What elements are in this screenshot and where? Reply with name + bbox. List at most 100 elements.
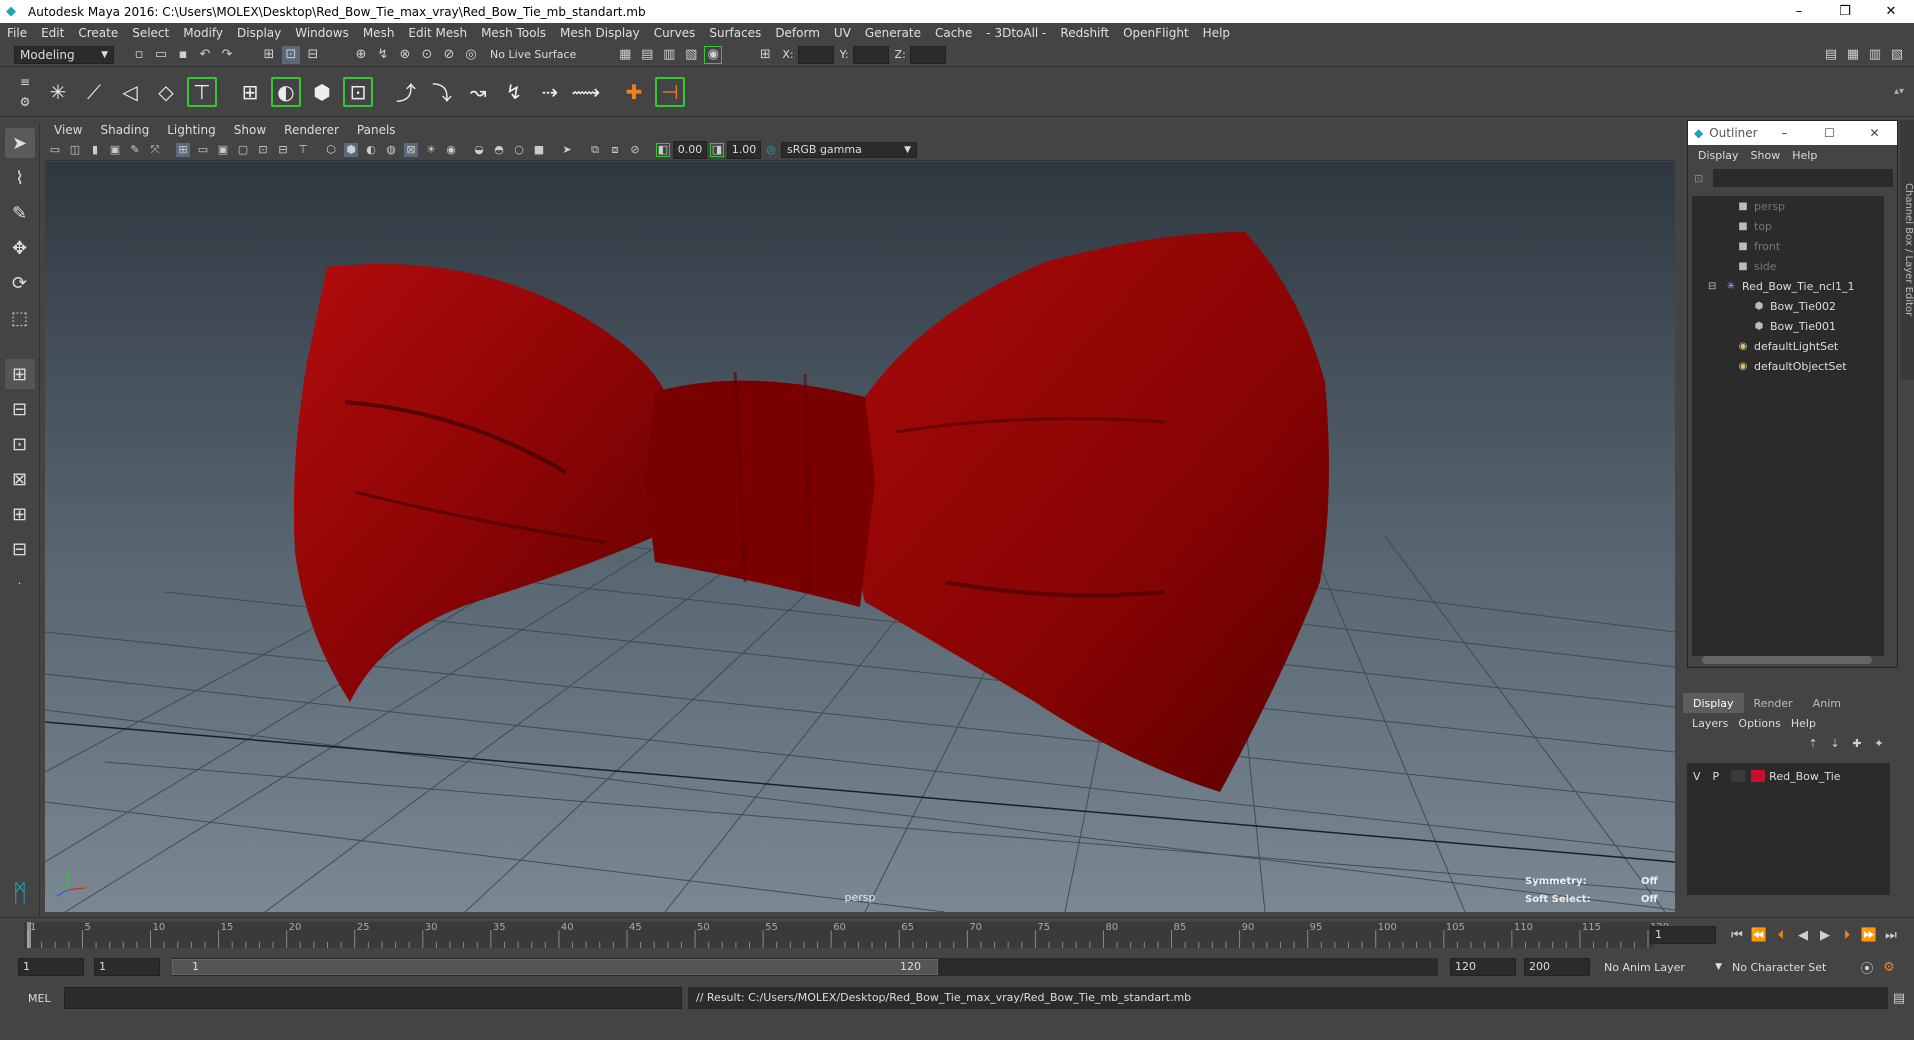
persp-graph-icon[interactable]: ⊠ bbox=[5, 464, 35, 494]
animation-end-field[interactable]: 200 bbox=[1524, 958, 1590, 976]
safe-title-icon[interactable]: ⊤ bbox=[296, 143, 310, 157]
command-input[interactable] bbox=[64, 987, 682, 1009]
move-layer-down-icon[interactable]: ⇣ bbox=[1826, 734, 1844, 752]
wireframe-icon[interactable]: ⬡ bbox=[324, 143, 338, 157]
menu-modify[interactable]: Modify bbox=[176, 26, 230, 40]
menu-edit-mesh[interactable]: Edit Mesh bbox=[401, 26, 474, 40]
hypershade-icon[interactable]: ◉ bbox=[704, 45, 723, 64]
menu-help[interactable]: Help bbox=[1196, 26, 1237, 40]
outliner-persp-icon[interactable]: ⊟ bbox=[5, 534, 35, 564]
viewport-3d[interactable]: persp Symmetry: Off Soft Select: Off bbox=[45, 162, 1675, 912]
auto-key-icon[interactable]: ⦿ bbox=[1858, 958, 1876, 977]
safe-action-icon[interactable]: ⊟ bbox=[276, 143, 290, 157]
panel-menu-renderer[interactable]: Renderer bbox=[275, 123, 348, 137]
resolution-gate-icon[interactable]: ▣ bbox=[216, 143, 230, 157]
go-to-end-icon[interactable]: ⏭ bbox=[1882, 926, 1900, 944]
layer-visibility-toggle[interactable]: V bbox=[1693, 770, 1701, 783]
layer-type-box[interactable] bbox=[1731, 770, 1746, 782]
new-layer-selected-icon[interactable]: ✦ bbox=[1870, 734, 1888, 752]
outliner-item-red-bow-tie[interactable]: ⊟ ✳ Red_Bow_Tie_ncl1_1 bbox=[1692, 276, 1884, 296]
outliner-item-bow-tie001[interactable]: ⬢ Bow_Tie001 bbox=[1692, 316, 1884, 336]
gamma-field[interactable]: 1.00 bbox=[727, 140, 761, 159]
menu-create[interactable]: Create bbox=[71, 26, 125, 40]
tool-settings-icon[interactable]: ▥ bbox=[1866, 46, 1884, 64]
skin-icon[interactable]: ◇ bbox=[151, 77, 181, 107]
menu-edit[interactable]: Edit bbox=[34, 26, 71, 40]
save-scene-icon[interactable]: ▪ bbox=[174, 46, 192, 64]
panel-menu-lighting[interactable]: Lighting bbox=[158, 123, 225, 137]
exposure-field[interactable]: 0.00 bbox=[673, 140, 707, 159]
layer-row[interactable]: V P Red_Bow_Tie bbox=[1687, 767, 1890, 785]
depth-of-field-icon[interactable]: ○ bbox=[512, 143, 526, 157]
menu-windows[interactable]: Windows bbox=[288, 26, 356, 40]
lasso-tool-icon[interactable]: ⌇ bbox=[5, 163, 35, 193]
layer-color-swatch[interactable] bbox=[1751, 770, 1766, 782]
outliner-maximize-button[interactable]: ☐ bbox=[1807, 126, 1852, 140]
layer-playback-toggle[interactable]: P bbox=[1713, 770, 1720, 783]
smooth-shade-icon[interactable]: ⬢ bbox=[344, 142, 358, 157]
menu-select[interactable]: Select bbox=[125, 26, 176, 40]
isolate-select-icon[interactable]: ■ bbox=[532, 143, 546, 157]
open-scene-icon[interactable]: ▭ bbox=[152, 46, 170, 64]
ipr-render-icon[interactable]: ▥ bbox=[660, 46, 678, 64]
outliner-filter-icon[interactable]: ⊡ bbox=[1694, 172, 1703, 185]
layer-menu-layers[interactable]: Layers bbox=[1687, 717, 1733, 730]
grease-pencil-icon[interactable]: ✎ bbox=[128, 143, 142, 157]
step-forward-key-icon[interactable]: ⏩ bbox=[1860, 926, 1878, 944]
character-set-dropdown[interactable]: No Character Set bbox=[1732, 961, 1850, 974]
new-layer-icon[interactable]: ✚ bbox=[1848, 734, 1866, 752]
tab-render[interactable]: Render bbox=[1744, 693, 1803, 713]
bookmark-icon[interactable]: ▮ bbox=[88, 143, 102, 157]
camera-attributes-icon[interactable]: ◫ bbox=[68, 143, 82, 157]
current-frame-field[interactable]: 1 bbox=[1650, 926, 1716, 944]
snap-surface-icon[interactable]: ⊘ bbox=[440, 46, 458, 64]
use-all-lights-icon[interactable]: ⊠ bbox=[404, 142, 418, 157]
step-forward-frame-icon[interactable]: ⏵ bbox=[1838, 926, 1856, 944]
four-view-icon[interactable]: ⊟ bbox=[5, 394, 35, 424]
grid-icon[interactable]: ⊞ bbox=[176, 142, 190, 157]
ambient-occlusion-icon[interactable]: ◉ bbox=[444, 143, 458, 157]
playback-end-field[interactable]: 120 bbox=[1450, 958, 1516, 976]
panel-menu-view[interactable]: View bbox=[45, 123, 91, 137]
side-by-side-icon[interactable]: ⊡ bbox=[5, 429, 35, 459]
nonlinear-icon[interactable]: ⊡ bbox=[343, 76, 373, 107]
menu-generate[interactable]: Generate bbox=[858, 26, 928, 40]
animation-start-field[interactable]: 1 bbox=[18, 958, 84, 976]
motion-blur-icon[interactable]: ◒ bbox=[472, 143, 486, 157]
cluster-icon[interactable]: ⊞ bbox=[235, 77, 265, 107]
playback-start-field[interactable]: 1 bbox=[94, 958, 160, 976]
menu-redshift[interactable]: Redshift bbox=[1053, 26, 1116, 40]
anim-layer-dropdown[interactable]: No Anim Layer ▼ bbox=[1604, 961, 1722, 974]
menu-surfaces[interactable]: Surfaces bbox=[702, 26, 768, 40]
channel-box-tab[interactable]: Channel Box / Layer Editor bbox=[1900, 120, 1914, 380]
collapse-icon[interactable]: ⊟ bbox=[1708, 281, 1724, 292]
script-editor-icon[interactable]: ▤ bbox=[1890, 989, 1908, 1007]
layer-menu-options[interactable]: Options bbox=[1733, 717, 1785, 730]
outliner-scrollbar[interactable] bbox=[1702, 656, 1872, 664]
paint-select-tool-icon[interactable]: ✎ bbox=[5, 198, 35, 228]
snap-grid-icon[interactable]: ⊕ bbox=[352, 46, 370, 64]
close-button[interactable]: ✕ bbox=[1868, 4, 1914, 19]
maximize-button[interactable]: ❐ bbox=[1822, 4, 1868, 19]
menu-curves[interactable]: Curves bbox=[647, 26, 703, 40]
layer-name[interactable]: Red_Bow_Tie bbox=[1769, 770, 1840, 783]
menu-mesh[interactable]: Mesh bbox=[356, 26, 402, 40]
field-chart-icon[interactable]: ⊡ bbox=[256, 143, 270, 157]
backface-icon[interactable]: ⊘ bbox=[628, 143, 642, 157]
shelf-menu-icon[interactable]: ≡ bbox=[20, 75, 30, 89]
shadows-icon[interactable]: ☀ bbox=[424, 143, 438, 157]
menu-mesh-display[interactable]: Mesh Display bbox=[553, 26, 647, 40]
persp-outliner-icon[interactable]: ⊞ bbox=[5, 499, 35, 529]
color-space-dropdown[interactable]: sRGB gamma ▼ bbox=[781, 141, 917, 158]
play-backwards-icon[interactable]: ◀ bbox=[1794, 926, 1812, 944]
render-view-icon[interactable]: ▦ bbox=[616, 46, 634, 64]
gamma-icon[interactable]: ◨ bbox=[710, 142, 724, 157]
range-slider-handle[interactable] bbox=[172, 959, 938, 975]
time-ruler[interactable]: 1 5 10 15 20 25 30 35 40 45 50 55 60 65 70 75 80 85 90 95 10… bbox=[24, 918, 1674, 952]
minimize-button[interactable]: – bbox=[1776, 4, 1822, 19]
curve-tool-4-icon[interactable]: ↯ bbox=[499, 77, 529, 107]
snap-view-icon[interactable]: ⊙ bbox=[418, 46, 436, 64]
live-surface-label[interactable]: No Live Surface bbox=[490, 48, 576, 61]
color-management-icon[interactable]: ◎ bbox=[764, 143, 778, 157]
command-language[interactable]: MEL bbox=[28, 992, 64, 1005]
